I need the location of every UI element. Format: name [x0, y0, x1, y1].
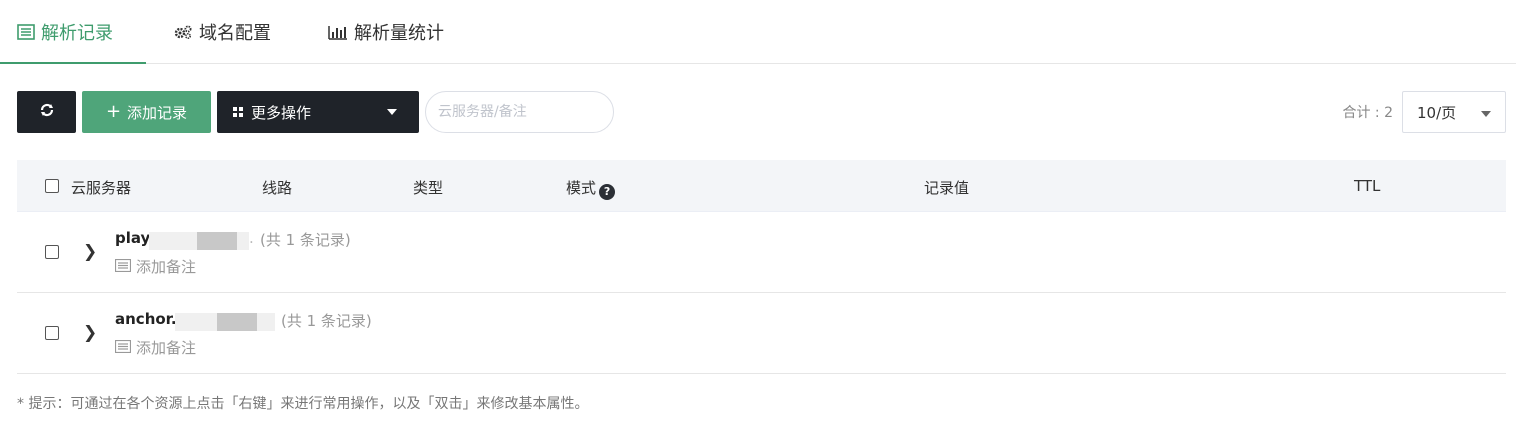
gears-icon: [173, 24, 193, 40]
refresh-icon: [39, 102, 55, 122]
table-row[interactable]: ❯ anchor. (共 1 条记录) 添加备注: [17, 293, 1506, 374]
row-checkbox[interactable]: [45, 326, 59, 340]
column-header-type: 类型: [413, 179, 444, 197]
caret-down-icon: [1481, 111, 1491, 117]
column-header-line: 线路: [262, 179, 293, 197]
note-icon: [114, 258, 132, 276]
table-header: 云服务器 线路 类型 模式? 记录值 TTL: [17, 160, 1506, 212]
tab-label: 解析记录: [41, 23, 113, 44]
add-remark-label: 添加备注: [136, 339, 197, 357]
page-size-value: 10/页: [1417, 103, 1457, 122]
row-checkbox[interactable]: [45, 245, 59, 259]
grid-icon: [233, 103, 243, 121]
add-record-label: 添加记录: [127, 103, 188, 122]
total-count: 合计 : 2: [1342, 105, 1393, 121]
domain-name[interactable]: anchor.: [115, 310, 177, 328]
tab-label: 解析量统计: [354, 23, 444, 44]
bar-chart-icon: [328, 24, 348, 40]
more-actions-label: 更多操作: [251, 103, 312, 122]
column-header-record-value: 记录值: [924, 179, 970, 197]
tab-domain-config[interactable]: 域名配置: [173, 0, 271, 64]
caret-down-icon: [387, 109, 397, 115]
page-size-select[interactable]: 10/页: [1402, 91, 1506, 133]
column-header-mode-label: 模式: [566, 179, 597, 197]
more-actions-dropdown[interactable]: 更多操作: [217, 91, 419, 133]
search-input[interactable]: [425, 91, 614, 133]
refresh-button[interactable]: [17, 91, 76, 133]
redacted-block: [237, 232, 249, 250]
redacted-block: [217, 313, 257, 331]
tab-records[interactable]: 解析记录: [17, 0, 113, 64]
tab-bar: 解析记录 域名配置 解析量统计: [0, 0, 1516, 64]
chevron-right-icon[interactable]: ❯: [83, 323, 97, 343]
chevron-right-icon[interactable]: ❯: [83, 242, 97, 262]
record-count: (共 1 条记录): [260, 231, 351, 249]
table-row[interactable]: ❯ play. . (共 1 条记录) 添加备注: [17, 212, 1506, 293]
select-all-checkbox[interactable]: [45, 179, 59, 193]
plus-icon: +: [105, 101, 122, 122]
redacted-block: [197, 232, 237, 250]
note-icon: [114, 339, 132, 357]
add-remark-link[interactable]: 添加备注: [114, 256, 197, 277]
add-remark-link[interactable]: 添加备注: [114, 337, 197, 358]
tab-statistics[interactable]: 解析量统计: [328, 0, 444, 64]
redacted-block: [175, 313, 217, 331]
column-header-ttl: TTL: [1354, 177, 1381, 195]
help-icon[interactable]: ?: [599, 184, 616, 200]
hint-text: * 提示：可通过在各个资源上点击「右键」来进行常用操作，以及「双击」来修改基本属…: [17, 396, 589, 412]
add-remark-label: 添加备注: [136, 258, 197, 276]
active-tab-indicator: [0, 62, 146, 64]
redacted-block: [257, 313, 275, 331]
list-icon: [17, 24, 35, 40]
domain-tail: .: [249, 229, 254, 247]
add-record-button[interactable]: + 添加记录: [82, 91, 211, 133]
tab-label: 域名配置: [199, 23, 271, 44]
record-count: (共 1 条记录): [281, 312, 372, 330]
redacted-block: [149, 232, 197, 250]
column-header-mode: 模式?: [566, 177, 616, 200]
column-header-server: 云服务器: [71, 179, 132, 197]
